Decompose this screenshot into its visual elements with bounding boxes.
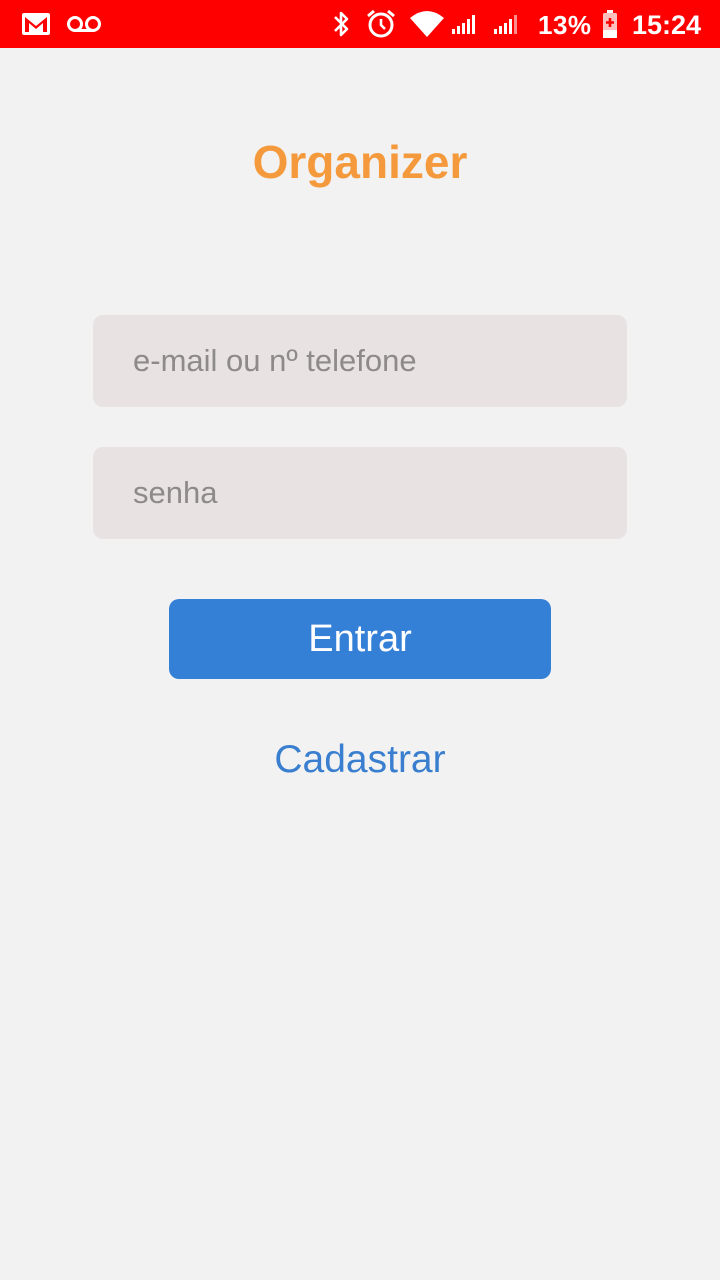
- login-button[interactable]: Entrar: [169, 599, 551, 679]
- status-bar: 13% 15:24: [0, 0, 720, 48]
- status-clock: 15:24: [632, 10, 702, 40]
- email-or-phone-field[interactable]: [93, 315, 627, 407]
- app-title: Organizer: [252, 136, 468, 188]
- signal-icon: [450, 0, 480, 48]
- bluetooth-icon: [330, 0, 352, 48]
- voicemail-icon: [66, 0, 102, 48]
- gmail-icon: [20, 0, 52, 48]
- password-field[interactable]: [93, 447, 627, 539]
- alarm-icon: [364, 0, 398, 48]
- battery-charging-icon: [600, 0, 620, 48]
- login-screen: 13% 15:24 Organizer Entrar Cadastrar: [0, 0, 720, 1280]
- wifi-icon: [408, 0, 446, 48]
- signal-icon: [492, 0, 522, 48]
- battery-percent: 13%: [538, 10, 592, 40]
- register-link[interactable]: Cadastrar: [0, 734, 720, 786]
